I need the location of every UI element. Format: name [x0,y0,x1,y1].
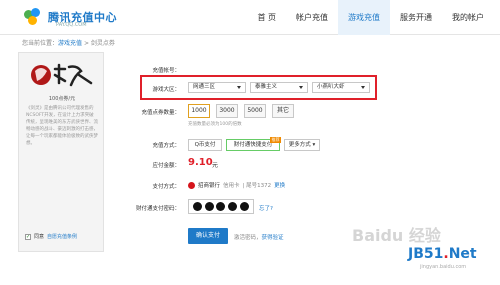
password-dot [193,202,203,211]
brand-subtitle: PAY.QQ.COM [56,22,87,28]
breadcrumb-prefix: 您当前位置： [22,40,59,47]
pay-option-qbi[interactable]: Q币支付 [188,139,222,151]
game-description: 《剑灵》是由腾讯公司代理发售的NCSOFT开发，在设计上力求突破传统，呈现唯美的… [26,106,98,146]
after-confirm-label: 激活密码， [234,235,262,241]
amount-unit: 元 [212,162,219,169]
game-price: 100点券/元 [48,96,76,102]
password-dot [216,202,226,211]
nav-game-recharge[interactable]: 游戏充值 [338,0,390,35]
password-dot [239,202,249,211]
forgot-password-link[interactable]: 忘了? [259,204,273,212]
bank-name: 招商银行 [198,183,221,189]
breadcrumb-separator: > [82,40,91,47]
qty-option-1000[interactable]: 1000 [188,104,210,118]
nav-services[interactable]: 服务开通 [390,0,442,35]
pay-label: 充值方式： [152,143,180,149]
baidu-watermark: Baidu 经验 [352,226,441,245]
quantity-hint: 充值数量必须为100的倍数 [188,122,242,127]
agree-row: ✓ 同意 自愿充值条例 [25,233,77,240]
quantity-label: 充值点券数量： [141,110,180,116]
jb51-watermark: JB51.Net [408,246,477,262]
recommend-badge: 推荐 [270,137,281,143]
breadcrumb-current: 剑灵点券 [90,40,115,47]
agree-terms-link[interactable]: 自愿充值条例 [47,233,77,240]
amount-value: 9.10 [188,157,213,168]
qty-option-5000[interactable]: 5000 [244,104,266,118]
highlight-box [140,75,377,100]
card-tail: | 尾号1372 [242,183,272,189]
qty-option-3000[interactable]: 3000 [216,104,238,118]
password-dot [228,202,238,211]
jb51-text: JB51 [408,246,444,262]
header: 腾讯充值中心 PAY.QQ.COM 首 页 帐户充值 游戏充值 服务开通 我的帐… [0,0,500,35]
jingyan-url: jingyan.baidu.com [420,264,467,270]
pay-option-more-label: 更多方式 [288,142,311,148]
nav-my-account[interactable]: 我的帐户 [442,0,494,35]
game-logo-icon [31,63,93,87]
agree-label: 同意 [34,234,45,240]
nav-account-recharge[interactable]: 帐户充值 [286,0,338,35]
breadcrumb: 您当前位置：游戏充值 > 剑灵点券 [22,38,115,47]
password-input[interactable] [188,199,254,214]
after-confirm-text: 激活密码，获得验证 [234,233,284,241]
tencent-logo-icon [22,7,44,27]
pay-option-more[interactable]: 更多方式 ▾ [284,139,320,151]
jb51-net: Net [448,246,477,262]
password-dot [204,202,214,211]
change-card-link[interactable]: 更换 [274,181,285,189]
method-label: 支付方式： [152,184,180,190]
account-label: 充值帐号： [152,68,180,74]
card-type: 信用卡 [223,183,240,189]
get-verification-link[interactable]: 获得验证 [262,235,284,241]
main-nav: 首 页 帐户充值 游戏充值 服务开通 我的帐户 [247,0,494,35]
qty-option-other[interactable]: 其它 [272,104,294,118]
amount-label: 应付金额： [152,163,180,169]
password-label: 财付通支付密码： [135,206,180,212]
agree-checkbox[interactable]: ✓ [25,233,31,240]
breadcrumb-link-game-recharge[interactable]: 游戏充值 [58,40,82,47]
game-sidebar: 100点券/元 《剑灵》是由腾讯公司代理发售的NCSOFT开发，在设计上力求突破… [18,52,104,252]
bank-icon [188,181,195,189]
confirm-pay-button[interactable]: 确认支付 [188,228,228,244]
bank-line: 招商银行 信用卡 | 尾号1372 更换 [188,181,285,189]
nav-home[interactable]: 首 页 [247,0,286,35]
